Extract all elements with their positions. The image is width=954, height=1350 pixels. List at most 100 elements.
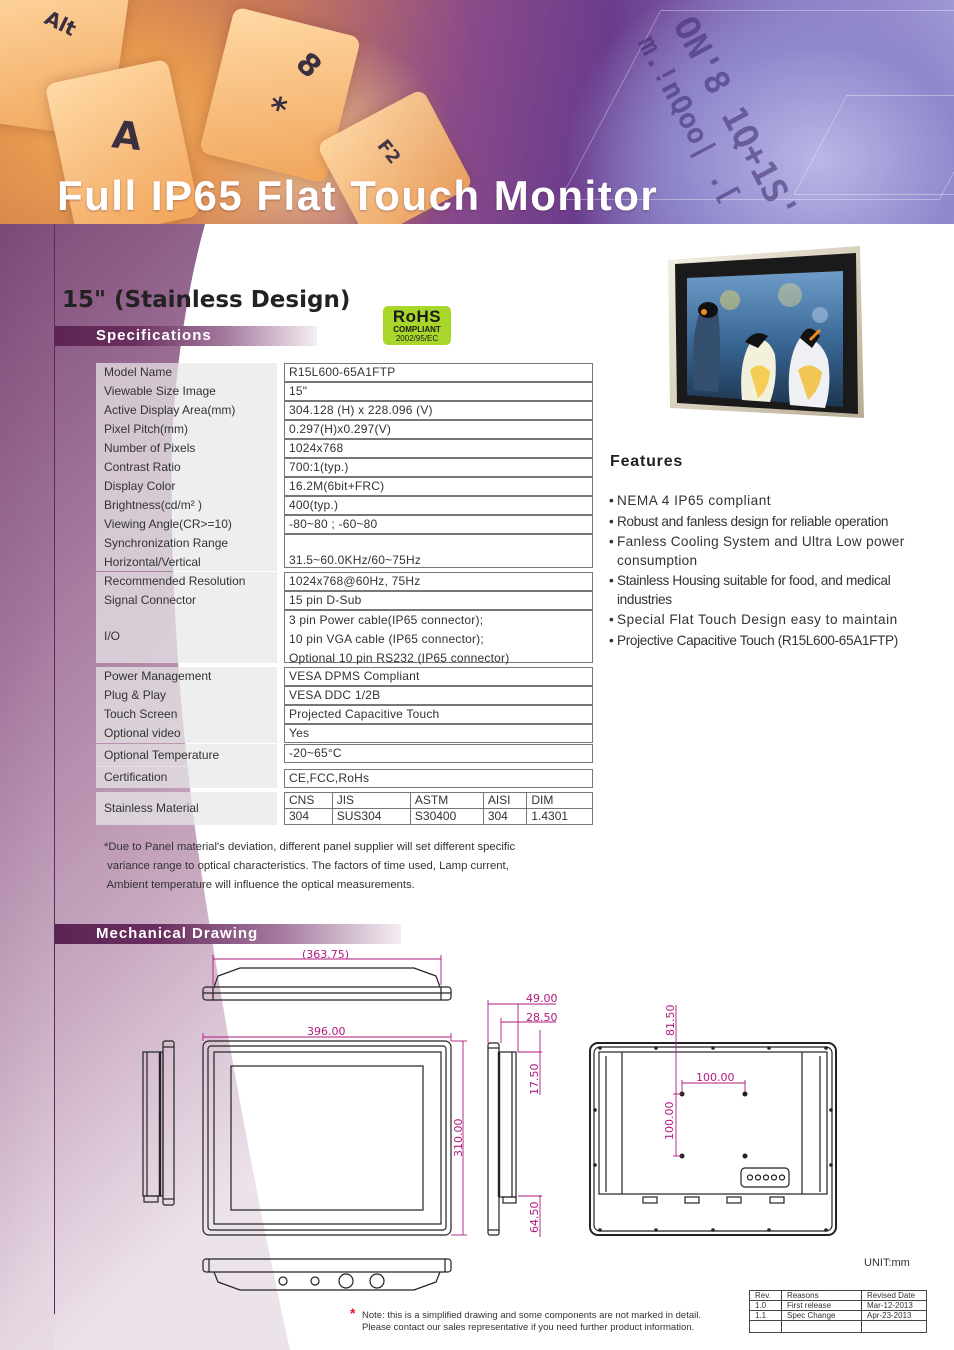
optical-footnote: *Due to Panel material's deviation, diff… — [104, 838, 564, 895]
rohs-badge: RoHS COMPLIANT 2002/95/EC — [383, 306, 451, 345]
spec-value: 1024x768 — [284, 439, 593, 458]
divider-line — [54, 224, 55, 1314]
front-view — [202, 1040, 452, 1236]
dim-rear-top: 81.50 — [664, 1005, 677, 1037]
spec-value-line: 3 pin Power cable(IP65 connector); — [289, 613, 484, 627]
spec-value: 1024x768@60Hz, 75Hz — [284, 572, 593, 591]
dimension-lines — [202, 955, 746, 1237]
footnote-line: *Due to Panel material's deviation, diff… — [104, 841, 516, 853]
keycap-label: 8 — [288, 45, 329, 86]
spec-label: Plug & Play — [96, 686, 277, 705]
note-line: Please contact our sales representative … — [362, 1321, 695, 1333]
spec-label: Viewable Size Image — [96, 382, 277, 401]
spec-label: Active Display Area(mm) — [96, 401, 277, 420]
spec-label: Recommended Resolution — [96, 572, 277, 591]
revision-row — [749, 1320, 927, 1333]
spec-value: 15 pin D-Sub — [284, 591, 593, 610]
keycap-label: * — [265, 88, 291, 130]
keycap-label: A — [109, 112, 144, 160]
rohs-compliant: COMPLIANT — [393, 325, 441, 334]
spec-value: 700:1(typ.) — [284, 458, 593, 477]
revision-cell — [749, 1320, 782, 1333]
dim-vesa-horizontal: 100.00 — [696, 1071, 735, 1084]
features-title: Features — [610, 453, 684, 470]
bottom-view — [202, 1258, 452, 1291]
unit-label: UNIT:mm — [864, 1257, 910, 1269]
section-mechanical-drawing: Mechanical Drawing — [55, 924, 401, 944]
spec-label: Stainless Material — [96, 792, 277, 825]
dim-vesa-vertical: 100.00 — [663, 1102, 676, 1141]
dim-top-width: (363.75) — [302, 948, 349, 961]
material-header: DIM — [526, 792, 593, 809]
dimension-labels: (363.75) 396.00 310.00 49.00 28.50 17.50… — [302, 948, 735, 1233]
revision-cell: Mar-12-2013 — [861, 1300, 927, 1311]
revision-header: Rev. — [749, 1290, 782, 1301]
spec-label: Viewing Angle(CR>=10) — [96, 515, 277, 534]
drawing-lines — [142, 967, 837, 1291]
feature-item: Special Flat Touch Design easy to mainta… — [609, 611, 939, 630]
dim-side-inner: 28.50 — [526, 1011, 558, 1024]
spec-value: -80~80 ; -60~80 — [284, 515, 593, 534]
spec-label: Optional Temperature — [96, 744, 277, 767]
spec-value: 304.128 (H) x 228.096 (V) — [284, 401, 593, 420]
dim-front-width: 396.00 — [307, 1025, 346, 1038]
material-value: SUS304 — [331, 808, 411, 825]
rear-view — [589, 1042, 837, 1236]
feature-item: Stainless Housing suitable for food, and… — [609, 572, 939, 609]
product-photo — [660, 240, 866, 423]
spec-value-line: 10 pin VGA cable (IP65 connector); — [289, 632, 484, 646]
spec-value: 3 pin Power cable(IP65 connector); 10 pi… — [284, 610, 593, 665]
feature-item: NEMA 4 IP65 compliant — [609, 492, 939, 511]
spec-label: Brightness(cd/m² ) — [96, 496, 277, 515]
spec-value: -20~65°C — [284, 744, 593, 763]
material-header: AISI — [482, 792, 528, 809]
spec-label: Number of Pixels — [96, 439, 277, 458]
material-value: 304 — [284, 808, 333, 825]
spec-value: 15" — [284, 382, 593, 401]
revision-cell — [861, 1320, 927, 1333]
material-header: JIS — [331, 792, 411, 809]
drawing-note: * Note: this is a simplified drawing and… — [350, 1306, 702, 1333]
product-heading: 15" (Stainless Design) — [62, 287, 351, 313]
revision-cell: First release — [781, 1300, 862, 1311]
spec-label: Power Management — [96, 667, 277, 686]
spec-label: Model Name — [96, 363, 277, 382]
spec-label: Contrast Ratio — [96, 458, 277, 477]
revision-row: 1.1 Spec Change Apr-23-2013 — [749, 1310, 927, 1321]
left-side-view — [142, 1040, 175, 1206]
material-table: CNS JIS ASTM AISI DIM 304 SUS304 S30400 … — [284, 792, 593, 825]
spec-label: Certification — [96, 766, 277, 788]
spec-label: Pixel Pitch(mm) — [96, 420, 277, 439]
feature-item: Fanless Cooling System and Ultra Low pow… — [609, 533, 939, 570]
spec-value-line: Optional 10 pin RS232 (IP65 connector) — [289, 651, 510, 665]
keycap-label: F2 — [372, 135, 405, 169]
note-line: Note: this is a simplified drawing and s… — [362, 1310, 702, 1321]
revision-cell: 1.1 — [749, 1310, 782, 1321]
dim-side-top: 17.50 — [528, 1064, 541, 1096]
material-value-row: 304 SUS304 S30400 304 1.4301 — [284, 808, 593, 825]
spec-value: 400(typ.) — [284, 496, 593, 515]
revision-cell: Apr-23-2013 — [861, 1310, 927, 1321]
right-side-view — [487, 1042, 517, 1236]
spec-value: Yes — [284, 724, 593, 743]
spec-label: I/O — [96, 610, 277, 663]
dim-front-height: 310.00 — [452, 1119, 465, 1158]
dim-side-bottom: 64.50 — [528, 1202, 541, 1234]
revision-row: 1.0 First release Mar-12-2013 — [749, 1300, 927, 1311]
spec-label: Synchronization Range Horizontal/Vertica… — [96, 534, 277, 571]
feature-item: Robust and fanless design for reliable o… — [609, 513, 939, 532]
spec-label-line: Horizontal/Vertical — [104, 555, 201, 569]
feature-item: Projective Capacitive Touch (R15L600-65A… — [609, 632, 939, 651]
spec-value: CE,FCC,RoHs — [284, 769, 593, 788]
rohs-directive: 2002/95/EC — [395, 334, 439, 343]
spec-value: VESA DDC 1/2B — [284, 686, 593, 705]
keycap-label: Alt — [40, 5, 81, 41]
revision-cell — [781, 1320, 862, 1333]
material-header: ASTM — [409, 792, 484, 809]
spec-label: Touch Screen — [96, 705, 277, 724]
spec-value: R15L600-65A1FTP — [284, 363, 593, 382]
header-banner: Alt A 8 * F2 ON'8 1Q+1S' m.!nQoo| .[ Ful… — [0, 0, 954, 224]
spec-value: 16.2M(6bit+FRC) — [284, 477, 593, 496]
material-value: S30400 — [409, 808, 484, 825]
spec-value: VESA DPMS Compliant — [284, 667, 593, 686]
